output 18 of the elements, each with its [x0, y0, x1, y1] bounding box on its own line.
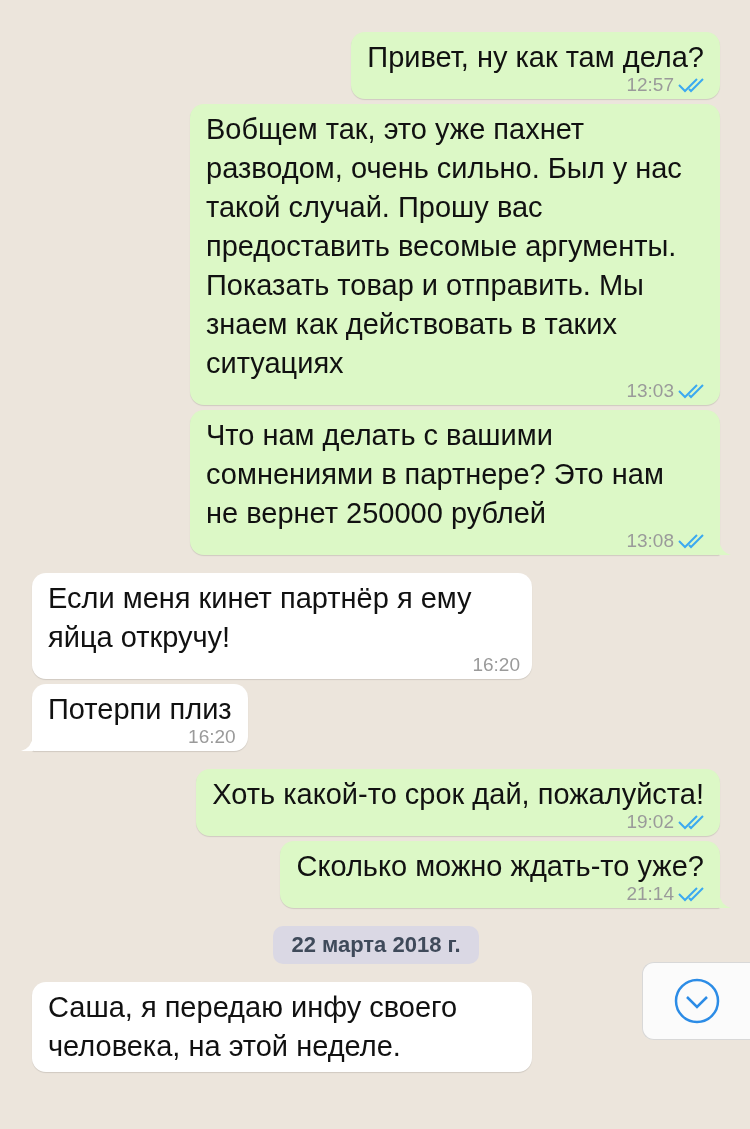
message-time: 13:03 — [626, 381, 674, 401]
message-text: Что нам делать с вашими сомнениями в партнере? Это нам не вернет 250000 рублей — [206, 418, 665, 531]
message-text: Если меня кинет партнёр я ему яйца откручу! — [48, 581, 473, 655]
message-text: Потерпи плиз — [48, 692, 232, 727]
message-time: 19:02 — [626, 812, 674, 832]
message-time: 16:20 — [472, 655, 520, 675]
message-text: Сколько можно ждать-то уже? — [296, 849, 704, 884]
message-text: Саша, я передаю инфу своего человека, на этой неделе. — [48, 990, 459, 1064]
message-time: 13:08 — [626, 531, 674, 551]
message-time: 12:57 — [626, 75, 674, 95]
message-text: Хоть какой-то срок дай, пожалуйста! — [212, 777, 704, 812]
date-chip: 22 марта 2018 г. — [273, 926, 479, 964]
message-time: 16:20 — [188, 727, 236, 747]
message-time: 21:14 — [626, 884, 674, 904]
scroll-down-button[interactable] — [642, 962, 750, 1040]
message-text: Вобщем так, это уже пахнет разводом, очень сильно. Был у нас такой случай. Прошу вас предоставить весомые аргументы. Показать товар и отправить. Мы знаем как действовать в таких ситуациях — [206, 112, 683, 381]
chevron-down-icon — [672, 977, 721, 1025]
message-text: Привет, ну как там дела? — [367, 40, 704, 75]
